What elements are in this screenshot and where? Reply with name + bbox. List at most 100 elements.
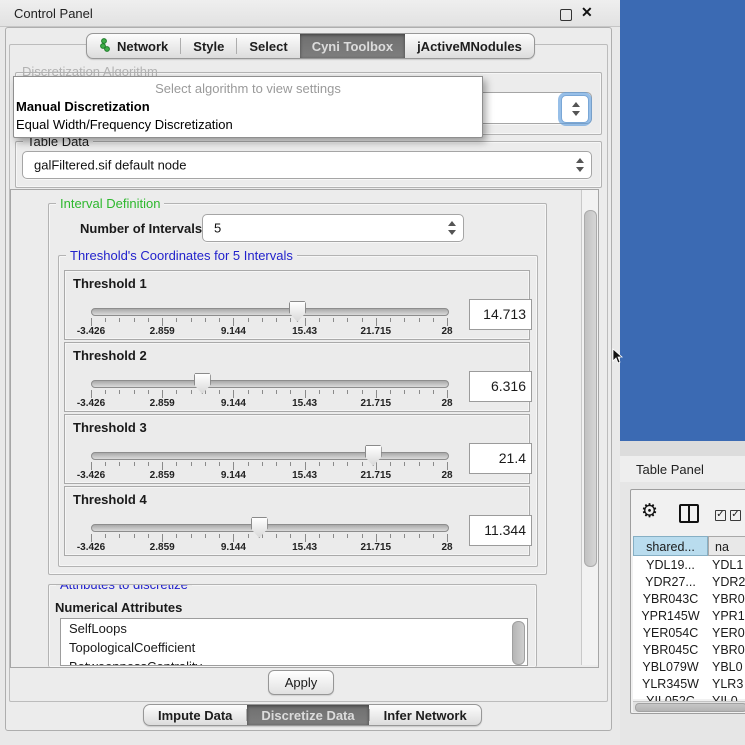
cell-shared-name: YPR145W [633, 608, 708, 625]
tab-discretize-data[interactable]: Discretize Data [247, 705, 368, 725]
slider-tick [91, 390, 92, 398]
control-panel-title: Control Panel [14, 6, 93, 21]
number-of-intervals-combobox[interactable]: 5 [202, 214, 464, 242]
tab-impute-data[interactable]: Impute Data [144, 705, 246, 725]
table-horizontal-scrollbar[interactable] [633, 701, 745, 712]
slider-tick-label: 2.859 [150, 470, 175, 481]
table-row[interactable]: YPR145WYPR1 [633, 608, 745, 625]
table-panel-title: Table Panel [636, 462, 704, 477]
slider-tick [205, 462, 206, 466]
slider-tick [162, 534, 163, 542]
slider-tick [419, 318, 420, 322]
slider-tick [176, 534, 177, 538]
slider-tick [376, 318, 377, 326]
spinner-arrows-icon [575, 158, 584, 172]
close-icon[interactable]: ✕ [581, 4, 593, 21]
tab-network[interactable]: Network [87, 34, 180, 58]
slider-tick [233, 534, 234, 542]
slider-tick [390, 534, 391, 538]
column-header-name[interactable]: na [708, 536, 745, 556]
algorithm-option-equal-width[interactable]: Equal Width/Frequency Discretization [16, 117, 233, 132]
threshold-value-field[interactable]: 6.316 [469, 371, 532, 402]
table-row[interactable]: YBL079WYBL0 [633, 659, 745, 676]
list-item[interactable]: TopologicalCoefficient [61, 638, 527, 657]
tab-cyni-toolbox[interactable]: Cyni Toolbox [300, 34, 405, 58]
slider-tick [248, 318, 249, 322]
slider-handle[interactable] [194, 373, 211, 394]
table-row[interactable]: YER054CYER0 [633, 625, 745, 642]
slider-tick [447, 534, 448, 542]
table-row[interactable]: YDR27...YDR2 [633, 574, 745, 591]
tab-select[interactable]: Select [237, 34, 299, 58]
attributes-scrollbar-thumb[interactable] [512, 621, 525, 665]
tab-label: jActiveMNodules [417, 39, 522, 54]
spinner-arrows-icon [571, 102, 580, 116]
node-table[interactable]: shared... na YDL19...YDL1YDR27...YDR2YBR… [633, 536, 745, 699]
interval-definition-group-title: Interval Definition [56, 196, 164, 211]
gear-icon[interactable]: ⚙ [641, 500, 658, 522]
slider-tick [233, 318, 234, 326]
slider-tick [248, 390, 249, 394]
cell-shared-name: YBR043C [633, 591, 708, 608]
cell-shared-name: YBL079W [633, 659, 708, 676]
settings-vertical-scrollbar[interactable] [581, 190, 598, 665]
tab-style[interactable]: Style [181, 34, 236, 58]
threshold-value-field[interactable]: 11.344 [469, 515, 532, 546]
table-row[interactable]: YDL19...YDL1 [633, 557, 745, 574]
list-item[interactable]: SelfLoops [61, 619, 527, 638]
slider-tick [419, 462, 420, 466]
slider-tick [191, 462, 192, 466]
slider-tick [119, 534, 120, 538]
slider-handle[interactable] [289, 301, 306, 322]
split-columns-icon[interactable] [679, 504, 699, 523]
scrollbar-thumb[interactable] [635, 703, 745, 712]
slider-tick-label: 9.144 [221, 542, 246, 553]
list-item[interactable]: BetweennessCentrality [61, 657, 527, 666]
slider-tick [333, 462, 334, 466]
scrollbar-thumb[interactable] [584, 210, 597, 567]
column-header-shared-name[interactable]: shared... [633, 536, 708, 556]
algorithm-option-manual[interactable]: Manual Discretization [16, 99, 150, 114]
numerical-attributes-list[interactable]: SelfLoopsTopologicalCoefficientBetweenne… [60, 618, 528, 666]
checkbox-checked-icon[interactable]: ✓ [730, 510, 741, 521]
combo-arrow-button-focus-ring[interactable] [561, 95, 589, 123]
slider-tick [376, 462, 377, 470]
slider-tick [134, 462, 135, 466]
slider-tick-label: 21.715 [361, 470, 392, 481]
slider-tick-label: 21.715 [361, 542, 392, 553]
slider-tick [290, 534, 291, 538]
slider-tick [447, 390, 448, 398]
table-row[interactable]: YBR045CYBR0 [633, 642, 745, 659]
float-window-icon[interactable] [560, 9, 572, 21]
cyni-bottom-tabbar: Impute DataDiscretize DataInfer Network [143, 704, 482, 726]
slider-track[interactable] [91, 452, 449, 460]
slider-tick [319, 318, 320, 322]
tab-infer-network[interactable]: Infer Network [370, 705, 481, 725]
slider-tick [105, 318, 106, 322]
slider-tick [419, 390, 420, 394]
tab-jactivemnodules[interactable]: jActiveMNodules [405, 34, 534, 58]
apply-button[interactable]: Apply [268, 670, 334, 695]
slider-track[interactable] [91, 308, 449, 316]
slider-tick [319, 462, 320, 466]
table-row[interactable]: YBR043CYBR0 [633, 591, 745, 608]
slider-tick-label: 9.144 [221, 470, 246, 481]
table-row[interactable]: YLR345WYLR3 [633, 676, 745, 693]
slider-handle[interactable] [365, 445, 382, 466]
algorithm-placeholder-option[interactable]: Select algorithm to view settings [14, 81, 482, 96]
slider-tick [134, 318, 135, 322]
slider-handle[interactable] [251, 517, 268, 538]
slider-track[interactable] [91, 524, 449, 532]
slider-tick [262, 462, 263, 466]
threshold-value-field[interactable]: 21.4 [469, 443, 532, 474]
checkbox-checked-icon[interactable]: ✓ [715, 510, 726, 521]
slider-tick-label: -3.426 [77, 542, 105, 553]
slider-track[interactable] [91, 380, 449, 388]
slider-tick [91, 318, 92, 326]
slider-tick [347, 318, 348, 322]
slider-tick [447, 462, 448, 470]
table-data-combobox[interactable]: galFiltered.sif default node [22, 151, 592, 179]
threshold-value-field[interactable]: 14.713 [469, 299, 532, 330]
numerical-attributes-label: Numerical Attributes [55, 600, 182, 615]
cell-shared-name: YDL19... [633, 557, 708, 574]
